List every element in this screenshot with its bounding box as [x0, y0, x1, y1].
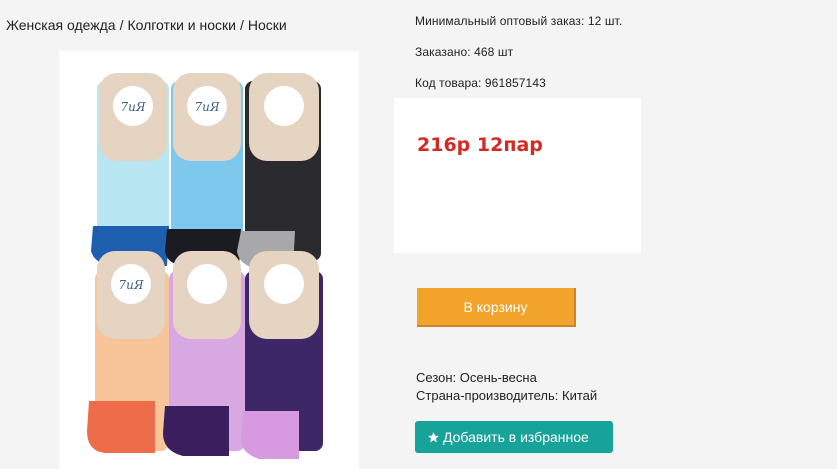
- brand-tag: 7иЯ: [173, 73, 241, 161]
- socks-photo: 7иЯ 7иЯ 7иЯ: [87, 73, 323, 459]
- min-order-text: Минимальный оптовый заказ: 12 шт.: [415, 14, 623, 28]
- star-icon: [428, 432, 439, 443]
- ordered-count-text: Заказано: 468 шт: [415, 45, 514, 59]
- brand-tag: [173, 251, 241, 339]
- season-text: Сезон: Осень-весна: [416, 370, 537, 385]
- breadcrumb-socks[interactable]: Носки: [248, 17, 287, 33]
- country-text: Страна-производитель: Китай: [416, 388, 598, 403]
- tag-brand-text: 7иЯ: [120, 100, 145, 114]
- price: 216р 12пар: [417, 134, 543, 156]
- product-image[interactable]: 7иЯ 7иЯ 7иЯ: [59, 51, 359, 469]
- breadcrumb-separator: /: [239, 17, 244, 33]
- tag-brand-text: 7иЯ: [194, 100, 219, 114]
- breadcrumb-tights-and-socks[interactable]: Колготки и носки: [127, 17, 236, 33]
- brand-tag: [249, 251, 319, 339]
- favorite-label: Добавить в избранное: [443, 429, 589, 445]
- brand-tag: 7иЯ: [97, 251, 165, 339]
- brand-tag: 7иЯ: [99, 73, 167, 161]
- breadcrumb: Женская одежда / Колготки и носки / Носки: [6, 17, 287, 33]
- brand-tag: [249, 73, 319, 161]
- price-box: 216р 12пар: [394, 98, 641, 253]
- tag-brand-text: 7иЯ: [118, 278, 143, 292]
- breadcrumb-separator: /: [119, 17, 124, 33]
- add-to-favorites-button[interactable]: Добавить в избранное: [415, 421, 613, 453]
- sku-text: Код товара: 961857143: [415, 76, 546, 90]
- add-to-cart-button[interactable]: В корзину: [417, 288, 576, 327]
- breadcrumb-womens-clothing[interactable]: Женская одежда: [6, 17, 116, 33]
